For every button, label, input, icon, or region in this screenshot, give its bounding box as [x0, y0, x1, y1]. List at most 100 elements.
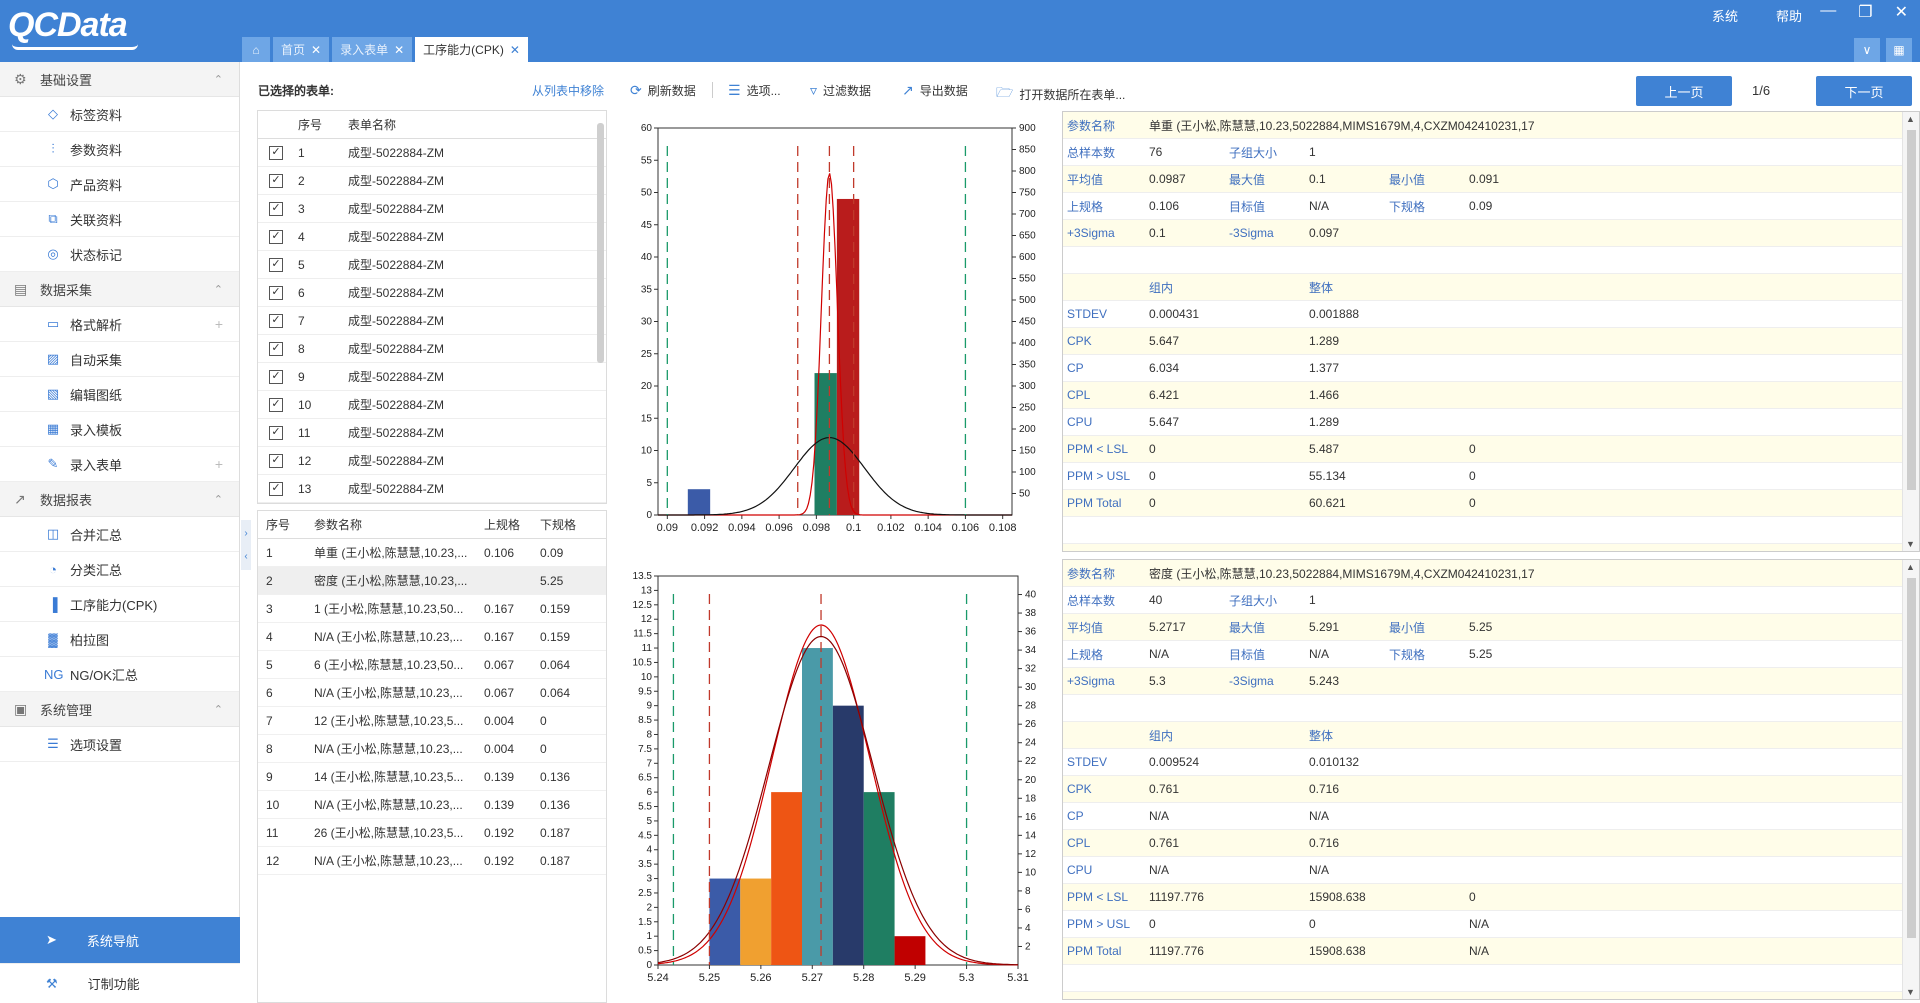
- close-tab-icon[interactable]: ✕: [510, 43, 520, 57]
- sidebar-item[interactable]: ⫶ 参数资料: [0, 132, 239, 167]
- scroll-thumb[interactable]: [1907, 130, 1916, 490]
- row-checkbox[interactable]: ✓: [269, 481, 283, 496]
- table-row[interactable]: 2 密度 (王小松,陈慧慧,10.23,... 5.25: [258, 567, 606, 595]
- table-row[interactable]: 8 N/A (王小松,陈慧慧,10.23,... 0.004 0: [258, 735, 606, 763]
- menu-system[interactable]: 系统: [1712, 6, 1738, 25]
- table-row[interactable]: ✓ 9 成型-5022884-ZM: [258, 363, 606, 391]
- column-header[interactable]: 序号: [294, 116, 344, 133]
- sidebar-item[interactable]: ▧ 编辑图纸: [0, 377, 239, 412]
- remove-from-list-link[interactable]: 从列表中移除: [532, 82, 604, 99]
- row-checkbox[interactable]: ✓: [269, 201, 283, 216]
- sidebar-group[interactable]: ▣ 系统管理 ⌃: [0, 692, 239, 727]
- sidebar-item[interactable]: ◔ 分类汇总: [0, 552, 239, 587]
- table-row[interactable]: ✓ 7 成型-5022884-ZM: [258, 307, 606, 335]
- table-row[interactable]: ✓ 5 成型-5022884-ZM: [258, 251, 606, 279]
- scrollbar[interactable]: ▲ ▼: [1902, 112, 1919, 551]
- scroll-up-icon[interactable]: ▲: [1906, 114, 1915, 124]
- tab-cpk[interactable]: 工序能力(CPK) ✕: [415, 37, 528, 62]
- table-row[interactable]: ✓ 3 成型-5022884-ZM: [258, 195, 606, 223]
- table-row[interactable]: ✓ 6 成型-5022884-ZM: [258, 279, 606, 307]
- table-row[interactable]: 9 14 (王小松,陈慧慧,10.23,5... 0.139 0.136: [258, 763, 606, 791]
- minimize-icon[interactable]: —: [1820, 2, 1836, 22]
- row-checkbox[interactable]: ✓: [269, 229, 283, 244]
- table-row[interactable]: 7 12 (王小松,陈慧慧,10.23,5... 0.004 0: [258, 707, 606, 735]
- tab-home-page[interactable]: 首页 ✕: [273, 37, 330, 62]
- plus-icon[interactable]: +: [215, 316, 223, 332]
- row-checkbox[interactable]: ✓: [269, 341, 283, 356]
- sidebar-item[interactable]: ◇ 标签资料: [0, 97, 239, 132]
- table-row[interactable]: 3 1 (王小松,陈慧慧,10.23,50... 0.167 0.159: [258, 595, 606, 623]
- row-checkbox[interactable]: ✓: [269, 397, 283, 412]
- close-icon[interactable]: ✕: [1895, 2, 1908, 22]
- row-checkbox[interactable]: ✓: [269, 369, 283, 384]
- sidebar-item[interactable]: ▐ 工序能力(CPK): [0, 587, 239, 622]
- sidebar-item[interactable]: ▓ 柏拉图: [0, 622, 239, 657]
- table-row[interactable]: ✓ 10 成型-5022884-ZM: [258, 391, 606, 419]
- menu-help[interactable]: 帮助: [1776, 6, 1802, 25]
- sidebar-item[interactable]: ▦ 录入模板: [0, 412, 239, 447]
- sidebar-group[interactable]: ⚙ 基础设置 ⌃: [0, 62, 239, 97]
- row-checkbox[interactable]: ✓: [269, 173, 283, 188]
- scroll-down-icon[interactable]: ▼: [1906, 539, 1915, 549]
- table-row[interactable]: ✓ 11 成型-5022884-ZM: [258, 419, 606, 447]
- grid-icon[interactable]: ▦: [1886, 38, 1912, 62]
- table-row[interactable]: 4 N/A (王小松,陈慧慧,10.23,... 0.167 0.159: [258, 623, 606, 651]
- row-checkbox[interactable]: ✓: [269, 257, 283, 272]
- sidebar-item[interactable]: ◫ 合并汇总: [0, 517, 239, 552]
- next-page-button[interactable]: 下一页: [1816, 76, 1912, 106]
- row-checkbox[interactable]: ✓: [269, 285, 283, 300]
- sidebar-item[interactable]: ⬡ 产品资料: [0, 167, 239, 202]
- sidebar-group[interactable]: ↗ 数据报表 ⌃: [0, 482, 239, 517]
- table-row[interactable]: ✓ 12 成型-5022884-ZM: [258, 447, 606, 475]
- sidebar-group[interactable]: ▤ 数据采集 ⌃: [0, 272, 239, 307]
- column-header[interactable]: 参数名称: [308, 516, 478, 533]
- plus-icon[interactable]: +: [215, 456, 223, 472]
- table-row[interactable]: ✓ 1 成型-5022884-ZM: [258, 139, 606, 167]
- table-row[interactable]: 12 N/A (王小松,陈慧慧,10.23,... 0.192 0.187: [258, 847, 606, 875]
- table-row[interactable]: 5 6 (王小松,陈慧慧,10.23,50... 0.067 0.064: [258, 651, 606, 679]
- row-checkbox[interactable]: ✓: [269, 425, 283, 440]
- table-row[interactable]: ✓ 8 成型-5022884-ZM: [258, 335, 606, 363]
- table-row[interactable]: ✓ 2 成型-5022884-ZM: [258, 167, 606, 195]
- close-tab-icon[interactable]: ✕: [394, 43, 404, 57]
- row-checkbox[interactable]: ✓: [269, 453, 283, 468]
- filter-button[interactable]: ▿ 过滤数据: [810, 82, 871, 99]
- row-checkbox[interactable]: ✓: [269, 313, 283, 328]
- scroll-thumb[interactable]: [1907, 578, 1916, 938]
- export-button[interactable]: ↗ 导出数据: [902, 82, 968, 99]
- tab-entry-form[interactable]: 录入表单 ✕: [332, 37, 413, 62]
- scroll-down-icon[interactable]: ▼: [1906, 987, 1915, 997]
- scrollbar[interactable]: ▲ ▼: [1902, 560, 1919, 999]
- scroll-up-icon[interactable]: ▲: [1906, 562, 1915, 572]
- scrollbar[interactable]: [597, 123, 604, 363]
- options-button[interactable]: ☰ 选项...: [728, 82, 781, 99]
- column-header[interactable]: 下规格: [534, 516, 590, 533]
- sidebar-item[interactable]: ✎ 录入表单 +: [0, 447, 239, 482]
- sidebar-item[interactable]: NG NG/OK汇总: [0, 657, 239, 692]
- prev-page-button[interactable]: 上一页: [1636, 76, 1732, 106]
- sidebar-item[interactable]: ◎ 状态标记: [0, 237, 239, 272]
- table-row[interactable]: 6 N/A (王小松,陈慧慧,10.23,... 0.067 0.064: [258, 679, 606, 707]
- system-nav-button[interactable]: ➤ 系统导航: [0, 917, 240, 963]
- refresh-button[interactable]: ⟳ 刷新数据: [630, 82, 696, 99]
- sidebar-toggle[interactable]: › ‹: [241, 520, 251, 570]
- column-header[interactable]: 表单名称: [344, 116, 606, 133]
- column-header[interactable]: 序号: [258, 516, 308, 533]
- restore-icon[interactable]: ❐: [1858, 2, 1872, 22]
- tab-home[interactable]: ⌂: [242, 37, 270, 62]
- open-form-button[interactable]: 🗁 打开数据所在表单...: [996, 82, 1125, 106]
- table-row[interactable]: 1 单重 (王小松,陈慧慧,10.23,... 0.106 0.09: [258, 539, 606, 567]
- table-row[interactable]: 10 N/A (王小松,陈慧慧,10.23,... 0.139 0.136: [258, 791, 606, 819]
- chevron-down-icon[interactable]: ∨: [1854, 38, 1880, 62]
- column-header[interactable]: 上规格: [478, 516, 534, 533]
- sidebar-item[interactable]: ⧉ 关联资料: [0, 202, 239, 237]
- row-checkbox[interactable]: ✓: [269, 145, 283, 160]
- sidebar-item[interactable]: ▭ 格式解析 +: [0, 307, 239, 342]
- close-tab-icon[interactable]: ✕: [311, 43, 321, 57]
- sidebar-item[interactable]: ☰ 选项设置: [0, 727, 239, 762]
- table-row[interactable]: ✓ 4 成型-5022884-ZM: [258, 223, 606, 251]
- sidebar-item[interactable]: ▨ 自动采集: [0, 342, 239, 377]
- table-row[interactable]: ✓ 13 成型-5022884-ZM: [258, 475, 606, 503]
- table-row[interactable]: 11 26 (王小松,陈慧慧,10.23,5... 0.192 0.187: [258, 819, 606, 847]
- custom-function-button[interactable]: ⚒ 订制功能: [0, 963, 240, 1003]
